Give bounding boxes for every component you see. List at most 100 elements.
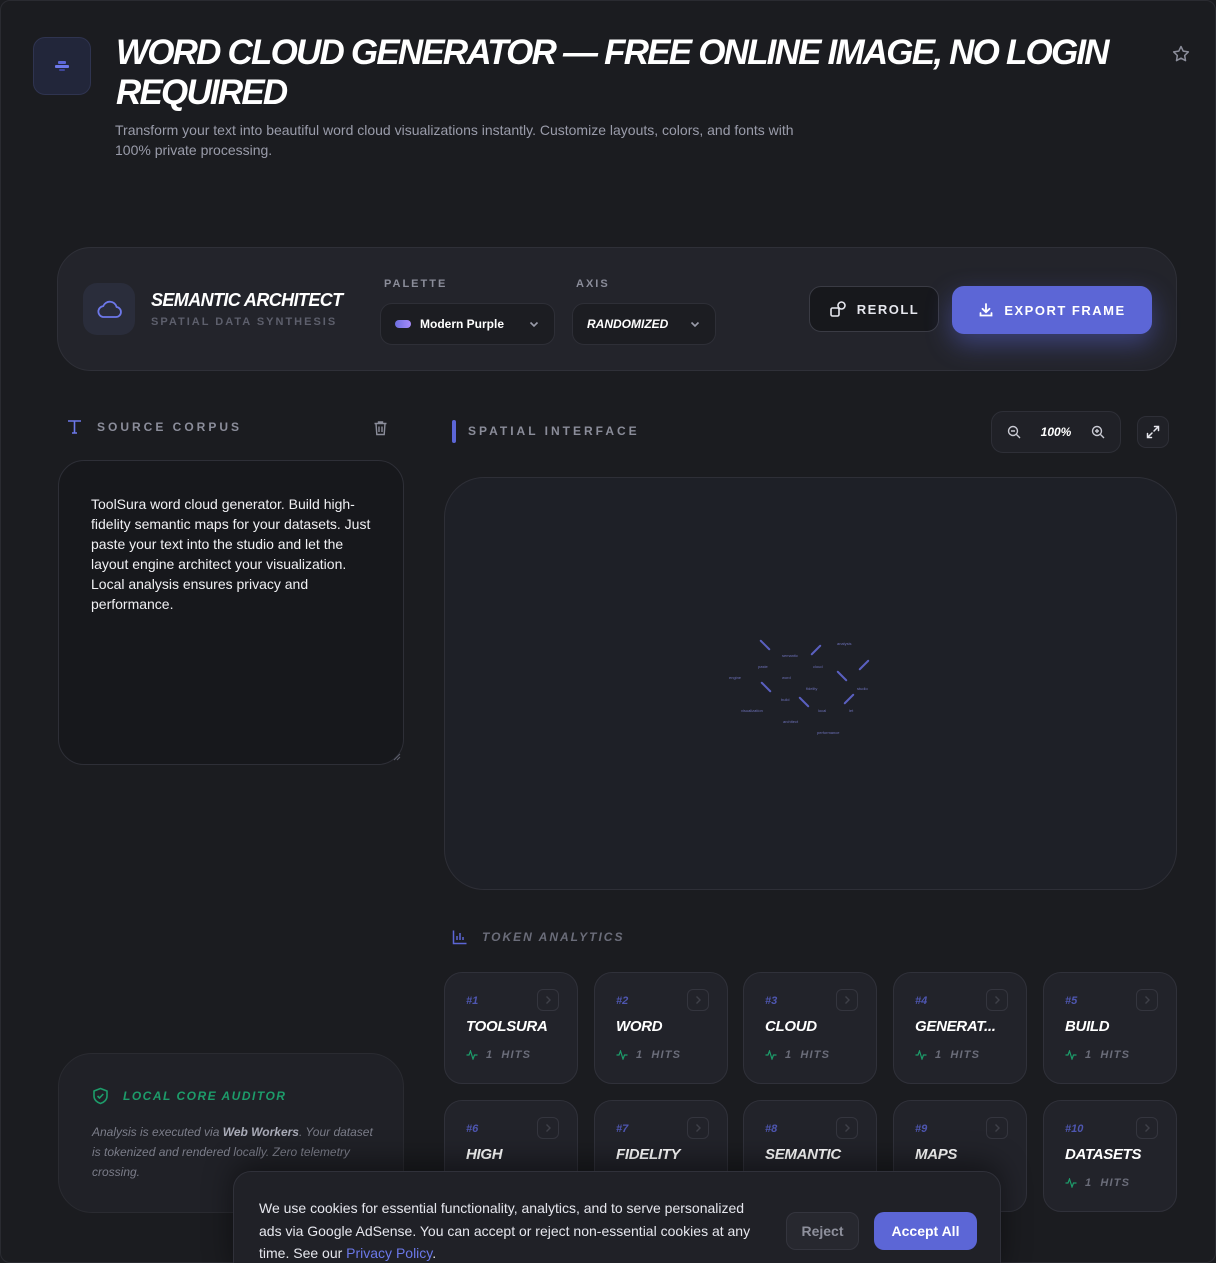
cloud-word-stroke (798, 696, 810, 708)
cloud-word: architect (783, 719, 799, 724)
star-icon (1172, 45, 1190, 62)
reroll-button[interactable]: REROLL (809, 286, 939, 332)
brand-badge (83, 283, 135, 335)
token-hits-suffix: HITS (651, 1049, 682, 1061)
palette-swatch (395, 320, 411, 328)
brand-subtitle: SPATIAL DATA SYNTHESIS (151, 316, 338, 328)
generator-toolbar: SEMANTIC ARCHITECT SPATIAL DATA SYNTHESI… (57, 247, 1177, 371)
token-detail-button[interactable] (836, 989, 858, 1011)
axis-value: RANDOMIZED (587, 317, 669, 331)
token-word: TOOLSURA (466, 1018, 548, 1035)
token-word: DATASETS (1065, 1146, 1142, 1163)
chevron-right-icon (1145, 996, 1150, 1004)
clear-text-button[interactable] (370, 418, 390, 438)
cloud-word: studio (857, 686, 868, 691)
token-word: SEMANTIC (765, 1146, 841, 1163)
chevron-right-icon (546, 1124, 551, 1132)
fullscreen-button[interactable] (1137, 416, 1169, 448)
cloud-word-stroke (759, 639, 771, 651)
cloud-word-stroke (858, 659, 870, 671)
token-hit-count: 1 (935, 1049, 943, 1061)
cloud-word-stroke (836, 670, 848, 682)
token-card[interactable]: #4 GENERAT... 1 HITS (893, 972, 1027, 1084)
cloud-word: semantic (782, 653, 799, 658)
cloud-word: let (849, 708, 854, 713)
token-card[interactable]: #10 DATASETS 1 HITS (1043, 1100, 1177, 1212)
source-text-input[interactable]: ToolSura word cloud generator. Build hig… (58, 460, 404, 765)
source-corpus-label: SOURCE CORPUS (97, 419, 243, 434)
token-hits-suffix: HITS (501, 1049, 532, 1061)
text-type-icon (68, 420, 81, 434)
token-hits-suffix: HITS (1100, 1049, 1131, 1061)
app-logo-icon (55, 61, 69, 71)
word-cloud-canvas[interactable]: semantic analysis paste cloud engine wor… (444, 477, 1177, 890)
export-frame-button[interactable]: EXPORT FRAME (952, 286, 1152, 334)
token-detail-button[interactable] (537, 989, 559, 1011)
cloud-word: cloud (813, 664, 823, 669)
token-detail-button[interactable] (687, 1117, 709, 1139)
activity-icon (1065, 1178, 1077, 1188)
favorite-button[interactable] (1168, 41, 1194, 67)
cloud-word: engine (729, 675, 742, 680)
token-word: GENERAT... (915, 1018, 996, 1035)
privacy-policy-link[interactable]: Privacy Policy (346, 1245, 432, 1261)
reject-cookies-button[interactable]: Reject (786, 1212, 859, 1250)
token-card[interactable]: #3 CLOUD 1 HITS (743, 972, 877, 1084)
zoom-level: 100% (1040, 425, 1072, 439)
token-analytics-header: TOKEN ANALYTICS (452, 929, 624, 945)
token-word: CLOUD (765, 1018, 817, 1035)
chevron-right-icon (696, 996, 701, 1004)
token-hits-suffix: HITS (800, 1049, 831, 1061)
token-detail-button[interactable] (1136, 989, 1158, 1011)
page-title: WORD CLOUD GENERATOR — FREE ONLINE IMAGE… (116, 33, 1110, 112)
token-detail-button[interactable] (537, 1117, 559, 1139)
token-analytics-label: TOKEN ANALYTICS (482, 930, 625, 944)
app-logo (33, 37, 91, 95)
token-rank: #1 (466, 995, 479, 1007)
token-detail-button[interactable] (836, 1117, 858, 1139)
token-detail-button[interactable] (687, 989, 709, 1011)
palette-label: PALETTE (384, 278, 448, 290)
cookie-banner: We use cookies for essential functionali… (233, 1171, 1001, 1263)
token-rank: #3 (765, 995, 778, 1007)
activity-icon (765, 1050, 777, 1060)
token-detail-button[interactable] (1136, 1117, 1158, 1139)
token-rank: #6 (466, 1123, 479, 1135)
token-hits-suffix: HITS (1100, 1177, 1131, 1189)
accept-cookies-button[interactable]: Accept All (874, 1212, 977, 1250)
token-hits: 1 HITS (1065, 1049, 1130, 1061)
spatial-interface-header: SPATIAL INTERFACE (468, 424, 640, 438)
token-word: WORD (616, 1018, 663, 1035)
shapes-icon (829, 301, 846, 317)
axis-select[interactable]: RANDOMIZED (572, 303, 716, 345)
zoom-out-icon (1007, 425, 1021, 439)
token-hits: 1 HITS (915, 1049, 980, 1061)
token-rank: #7 (616, 1123, 629, 1135)
shield-check-icon (93, 1087, 108, 1105)
resize-handle-icon[interactable] (393, 753, 401, 761)
download-icon (979, 303, 993, 317)
token-card[interactable]: #1 TOOLSURA 1 HITS (444, 972, 578, 1084)
palette-select[interactable]: Modern Purple (380, 303, 555, 345)
activity-icon (616, 1050, 628, 1060)
chevron-right-icon (696, 1124, 701, 1132)
token-rank: #4 (915, 995, 928, 1007)
bar-chart-icon (452, 930, 467, 945)
cloud-word-stroke (810, 644, 822, 656)
cloud-word: build (781, 697, 790, 702)
token-detail-button[interactable] (986, 1117, 1008, 1139)
token-hit-count: 1 (486, 1049, 494, 1061)
zoom-out-button[interactable] (1006, 424, 1022, 440)
axis-label: AXIS (576, 278, 610, 290)
auditor-header: LOCAL CORE AUDITOR (92, 1087, 286, 1105)
token-card[interactable]: #5 BUILD 1 HITS (1043, 972, 1177, 1084)
chevron-right-icon (1145, 1124, 1150, 1132)
token-detail-button[interactable] (986, 989, 1008, 1011)
reroll-label: REROLL (856, 301, 920, 317)
zoom-in-button[interactable] (1090, 424, 1106, 440)
token-card[interactable]: #2 WORD 1 HITS (594, 972, 728, 1084)
token-rank: #5 (1065, 995, 1078, 1007)
token-rank: #8 (765, 1123, 778, 1135)
cookie-message: We use cookies for essential functionali… (259, 1200, 751, 1261)
token-hits: 1 HITS (616, 1049, 681, 1061)
